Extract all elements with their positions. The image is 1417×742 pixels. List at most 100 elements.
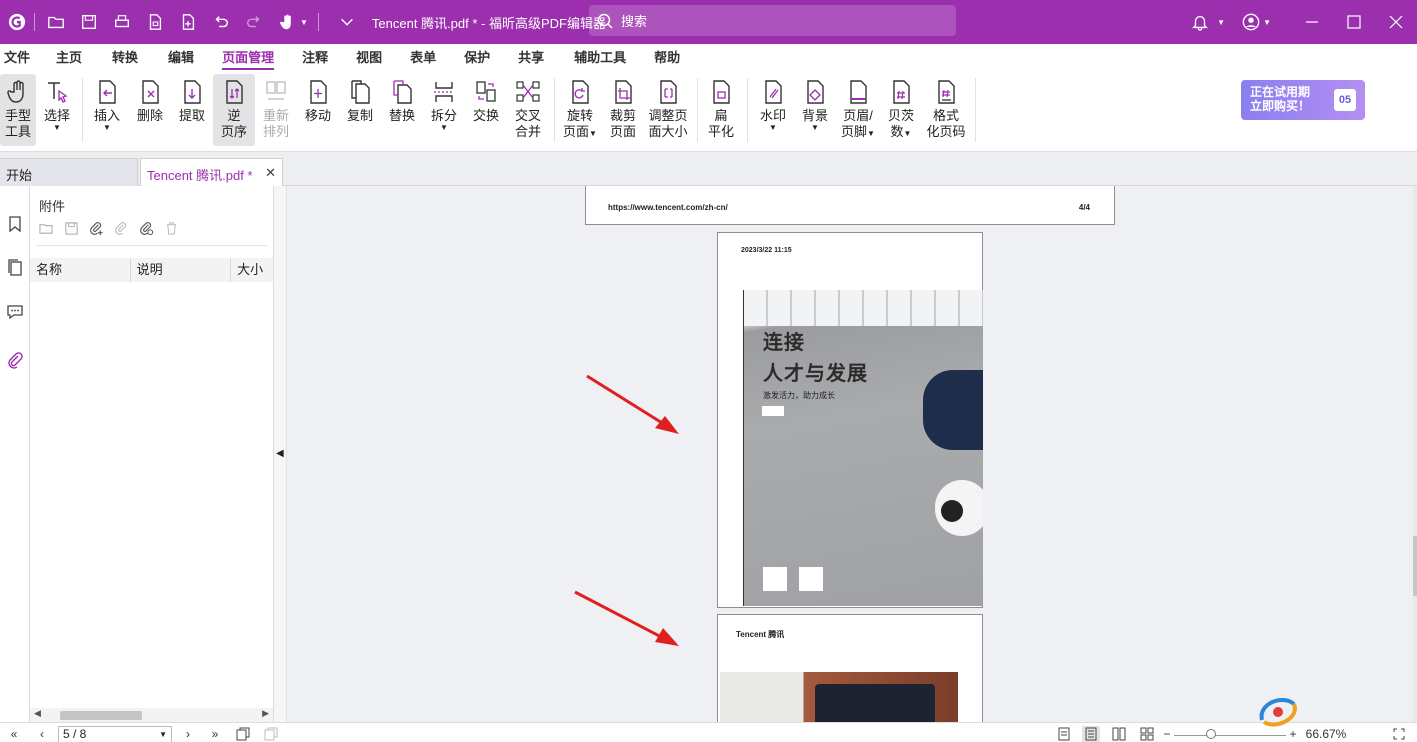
- attachment-settings-icon[interactable]: [138, 220, 154, 236]
- swap-button[interactable]: 交换: [469, 74, 503, 146]
- column-size[interactable]: 大小: [231, 258, 273, 282]
- split-button[interactable]: 拆分 ▼: [427, 74, 461, 146]
- minimize-icon[interactable]: [1291, 0, 1333, 44]
- fullscreen-icon[interactable]: [1390, 726, 1408, 742]
- continuous-page-icon[interactable]: [1082, 726, 1100, 742]
- single-page-icon[interactable]: [1055, 726, 1073, 742]
- zoom-slider-track[interactable]: [1174, 735, 1286, 736]
- rotate-page-button[interactable]: 旋转 页面▼: [560, 74, 600, 146]
- horizontal-scrollbar[interactable]: ◀ ▶: [30, 708, 273, 722]
- copy-page-button[interactable]: 复制: [343, 74, 377, 146]
- interleave-merge-button[interactable]: 交叉 合并: [509, 74, 547, 146]
- column-name[interactable]: 名称: [30, 258, 131, 282]
- prev-page-icon[interactable]: ‹: [34, 726, 50, 742]
- resize-page-button[interactable]: 调整页 面大小: [646, 74, 690, 146]
- add-page-icon[interactable]: [177, 11, 199, 33]
- zoom-out-icon[interactable]: −: [1161, 726, 1173, 742]
- cover-subtitle: 激发活力，助力成长: [763, 391, 835, 400]
- close-icon[interactable]: [1375, 0, 1417, 44]
- column-description[interactable]: 说明: [131, 258, 232, 282]
- document-view[interactable]: https://www.tencent.com/zh-cn/ 4/4 2023/…: [287, 186, 1413, 722]
- reorder-pages-button[interactable]: 重新 排列: [259, 74, 293, 146]
- header-footer-button[interactable]: 页眉/页脚▼: [838, 74, 878, 146]
- reverse-pages-button[interactable]: 逆页序: [213, 74, 255, 146]
- tab-start[interactable]: 开始: [0, 158, 138, 186]
- vertical-scrollbar[interactable]: [1413, 186, 1417, 722]
- save-icon[interactable]: [78, 11, 100, 33]
- menu-file[interactable]: 文件: [4, 44, 44, 72]
- open-folder-icon[interactable]: [45, 11, 67, 33]
- delete-page-button[interactable]: 删除: [133, 74, 167, 146]
- format-page-number-button[interactable]: 格式 化页码: [924, 74, 968, 146]
- hand-tool-button[interactable]: 手型 工具: [0, 74, 36, 146]
- menu-protect[interactable]: 保护: [464, 44, 504, 72]
- undo-icon[interactable]: [210, 11, 232, 33]
- white-block: [799, 567, 823, 591]
- menu-accessibility[interactable]: 辅助工具: [574, 44, 640, 72]
- page-number-input[interactable]: 5 / 8 ▼: [58, 726, 172, 742]
- scrollbar-thumb[interactable]: [60, 711, 142, 720]
- navigation-strip: [0, 186, 30, 722]
- comments-icon[interactable]: [3, 300, 27, 324]
- attachment-icon[interactable]: [3, 348, 27, 372]
- select-button[interactable]: 选择 ▼: [40, 74, 74, 146]
- flatten-button[interactable]: 扁平化: [704, 74, 738, 146]
- zoom-level[interactable]: 66.67%: [1304, 726, 1348, 742]
- menu-view[interactable]: 视图: [356, 44, 396, 72]
- menu-home[interactable]: 主页: [56, 44, 96, 72]
- scroll-left-icon[interactable]: ◀: [34, 708, 41, 719]
- chevron-down-icon[interactable]: ▼: [1217, 18, 1225, 27]
- menu-comment[interactable]: 注释: [302, 44, 342, 72]
- two-page-continuous-icon[interactable]: [1138, 726, 1156, 742]
- last-page-icon[interactable]: »: [207, 726, 223, 742]
- menu-edit[interactable]: 编辑: [168, 44, 208, 72]
- print-icon[interactable]: [111, 11, 133, 33]
- insert-page-button[interactable]: 插入 ▼: [90, 74, 124, 146]
- open-attachment-icon[interactable]: [38, 220, 54, 236]
- quick-access-dropdown-icon[interactable]: [336, 11, 358, 33]
- tab-document[interactable]: Tencent 腾讯.pdf * ✕: [140, 158, 283, 186]
- copy-view-icon[interactable]: [234, 726, 252, 742]
- move-page-button[interactable]: 移动: [301, 74, 335, 146]
- menu-page-management[interactable]: 页面管理: [222, 44, 288, 72]
- background-button[interactable]: 背景 ▼: [798, 74, 832, 146]
- next-page-icon[interactable]: ›: [180, 726, 196, 742]
- menu-help[interactable]: 帮助: [654, 44, 694, 72]
- zoom-slider-knob[interactable]: [1206, 729, 1216, 739]
- first-page-icon[interactable]: «: [6, 726, 22, 742]
- two-page-icon[interactable]: [1110, 726, 1128, 742]
- user-icon[interactable]: [1239, 0, 1263, 44]
- save-attachment-icon[interactable]: [63, 220, 79, 236]
- bookmark-icon[interactable]: [3, 212, 27, 236]
- menu-form[interactable]: 表单: [410, 44, 450, 72]
- hand-dropdown-icon[interactable]: [276, 11, 298, 33]
- search-box[interactable]: 搜索: [589, 5, 956, 36]
- panel-collapse-handle[interactable]: ◀: [274, 186, 287, 722]
- maximize-icon[interactable]: [1333, 0, 1375, 44]
- close-tab-icon[interactable]: ✕: [265, 165, 276, 181]
- menu-convert[interactable]: 转换: [112, 44, 152, 72]
- panel-toolbar: [38, 220, 179, 236]
- search-input[interactable]: 搜索: [621, 11, 647, 30]
- menu-share[interactable]: 共享: [518, 44, 558, 72]
- bell-icon[interactable]: [1183, 0, 1217, 44]
- chevron-down-icon[interactable]: ▼: [1263, 18, 1271, 27]
- chevron-down-icon[interactable]: ▼: [159, 727, 167, 742]
- page-url: https://www.tencent.com/zh-cn/: [608, 203, 728, 212]
- collapse-left-icon[interactable]: ◀: [276, 448, 284, 459]
- add-attachment-icon[interactable]: [88, 220, 104, 236]
- zoom-in-icon[interactable]: +: [1287, 726, 1299, 742]
- pages-icon[interactable]: [3, 256, 27, 280]
- scroll-right-icon[interactable]: ▶: [262, 708, 269, 719]
- extract-page-button[interactable]: 提取: [175, 74, 209, 146]
- crop-page-button[interactable]: 裁剪 页面: [605, 74, 641, 146]
- chevron-down-icon: ▼: [440, 123, 448, 132]
- new-doc-icon[interactable]: [144, 11, 166, 33]
- watermark-button[interactable]: 水印 ▼: [756, 74, 790, 146]
- chevron-down-icon[interactable]: ▼: [300, 18, 308, 27]
- bates-number-button[interactable]: 贝茨 数▼: [884, 74, 918, 146]
- trial-buy-banner[interactable]: 正在试用期 立即购买！ 05: [1241, 80, 1365, 120]
- scrollbar-thumb[interactable]: [1413, 536, 1417, 596]
- cover-photo: 连接 人才与发展 激发活力，助力成长: [743, 290, 983, 606]
- replace-page-button[interactable]: 替换: [385, 74, 419, 146]
